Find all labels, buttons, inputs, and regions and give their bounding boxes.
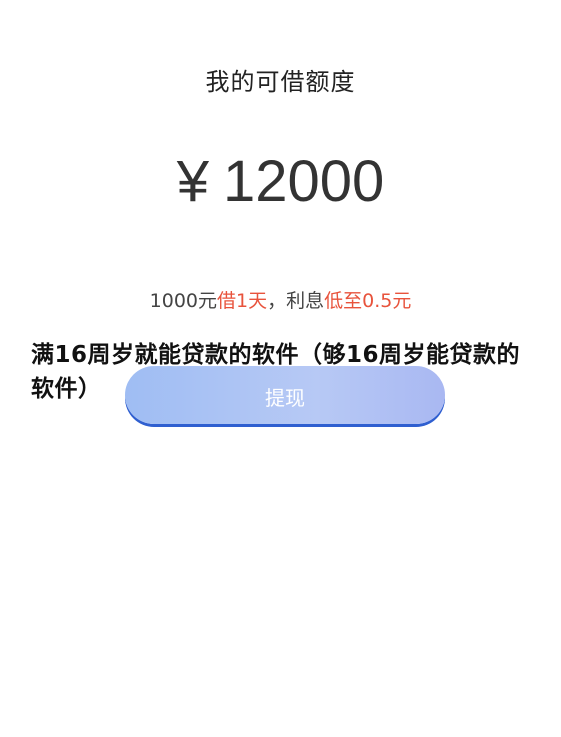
rate-highlight-duration: 借1天 bbox=[217, 290, 268, 312]
rate-middle: ，利息 bbox=[267, 290, 325, 312]
credit-amount: ¥12000 bbox=[0, 148, 561, 215]
overlay-caption: 满16周岁就能贷款的软件（够16周岁能贷款的软件） bbox=[31, 342, 521, 402]
rate-prefix: 1000元 bbox=[149, 290, 218, 312]
page-title: 我的可借额度 bbox=[205, 68, 356, 96]
rate-highlight-interest: 低至0.5元 bbox=[324, 290, 412, 312]
interest-rate-info: 1000元借1天，利息低至0.5元 bbox=[0, 286, 561, 313]
loan-credit-screen: 我的可借额度 ¥12000 1000元借1天，利息低至0.5元 提现 满16周岁… bbox=[0, 0, 561, 737]
currency-symbol: ¥ bbox=[176, 149, 209, 214]
credit-amount-value: 12000 bbox=[222, 149, 385, 214]
